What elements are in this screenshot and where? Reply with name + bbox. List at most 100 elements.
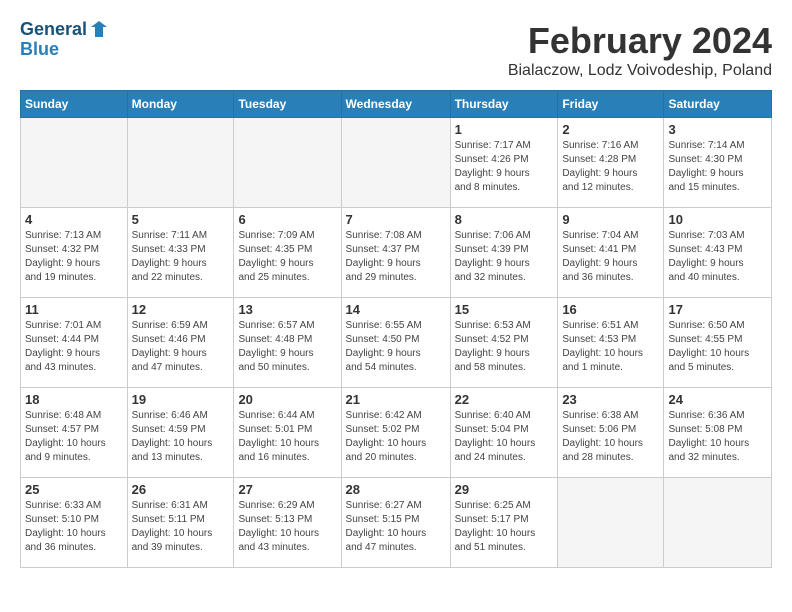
calendar-header-row: Sunday Monday Tuesday Wednesday Thursday… [21,91,772,118]
calendar-week-row: 18 Sunrise: 6:48 AMSunset: 4:57 PMDayligh… [21,388,772,478]
day-number: 8 [455,212,554,227]
day-number: 15 [455,302,554,317]
day-number: 7 [346,212,446,227]
table-row [127,118,234,208]
day-info: Sunrise: 6:51 AMSunset: 4:53 PMDaylight:… [562,319,659,375]
col-wednesday: Wednesday [341,91,450,118]
day-number: 1 [455,122,554,137]
day-number: 19 [132,392,230,407]
table-row: 20 Sunrise: 6:44 AMSunset: 5:01 PMDayligh… [234,388,341,478]
day-info: Sunrise: 6:31 AMSunset: 5:11 PMDaylight:… [132,499,230,555]
day-info: Sunrise: 6:55 AMSunset: 4:50 PMDaylight:… [346,319,446,375]
table-row: 16Sunrise: 6:51 AMSunset: 4:53 PMDayligh… [558,298,664,388]
day-info: Sunrise: 6:59 AMSunset: 4:46 PMDaylight:… [132,319,230,375]
logo-blue: Blue [20,40,109,60]
day-number: 26 [132,482,230,497]
day-info: Sunrise: 6:48 AMSunset: 4:57 PMDaylight:… [25,409,123,465]
day-number: 4 [25,212,123,227]
table-row: 7 Sunrise: 7:08 AMSunset: 4:37 PMDaylight… [341,208,450,298]
day-info: Sunrise: 6:38 AMSunset: 5:06 PMDaylight:… [562,409,659,465]
table-row: 19 Sunrise: 6:46 AMSunset: 4:59 PMDayligh… [127,388,234,478]
col-saturday: Saturday [664,91,772,118]
table-row: 23 Sunrise: 6:38 AMSunset: 5:06 PMDayligh… [558,388,664,478]
day-number: 9 [562,212,659,227]
day-info: Sunrise: 6:33 AMSunset: 5:10 PMDaylight:… [25,499,123,555]
table-row [558,478,664,568]
table-row: 22 Sunrise: 6:40 AMSunset: 5:04 PMDayligh… [450,388,558,478]
table-row: 2 Sunrise: 7:16 AMSunset: 4:28 PMDaylight… [558,118,664,208]
day-info: Sunrise: 6:46 AMSunset: 4:59 PMDaylight:… [132,409,230,465]
table-row [664,478,772,568]
logo-flag-icon [89,19,109,39]
table-row: 17Sunrise: 6:50 AMSunset: 4:55 PMDayligh… [664,298,772,388]
day-number: 23 [562,392,659,407]
day-info: Sunrise: 6:29 AMSunset: 5:13 PMDaylight:… [238,499,336,555]
day-info: Sunrise: 7:03 AMSunset: 4:43 PMDaylight:… [668,229,767,285]
day-number: 27 [238,482,336,497]
table-row: 1 Sunrise: 7:17 AMSunset: 4:26 PMDaylight… [450,118,558,208]
title-section: February 2024 Bialaczow, Lodz Voivodeshi… [508,20,772,80]
table-row: 21Sunrise: 6:42 AMSunset: 5:02 PMDayligh… [341,388,450,478]
table-row: 25 Sunrise: 6:33 AMSunset: 5:10 PMDayligh… [21,478,128,568]
day-info: Sunrise: 6:36 AMSunset: 5:08 PMDaylight:… [668,409,767,465]
calendar-week-row: 4 Sunrise: 7:13 AMSunset: 4:32 PMDaylight… [21,208,772,298]
table-row: 27 Sunrise: 6:29 AMSunset: 5:13 PMDayligh… [234,478,341,568]
col-sunday: Sunday [21,91,128,118]
day-number: 25 [25,482,123,497]
table-row [21,118,128,208]
table-row: 29 Sunrise: 6:25 AMSunset: 5:17 PMDayligh… [450,478,558,568]
day-info: Sunrise: 6:25 AMSunset: 5:17 PMDaylight:… [455,499,554,555]
day-number: 28 [346,482,446,497]
logo-general: General [20,20,87,40]
day-number: 22 [455,392,554,407]
calendar-week-row: 11 Sunrise: 7:01 AMSunset: 4:44 PMDayligh… [21,298,772,388]
day-info: Sunrise: 7:13 AMSunset: 4:32 PMDaylight:… [25,229,123,285]
table-row: 4 Sunrise: 7:13 AMSunset: 4:32 PMDaylight… [21,208,128,298]
table-row: 28 Sunrise: 6:27 AMSunset: 5:15 PMDayligh… [341,478,450,568]
day-info: Sunrise: 7:01 AMSunset: 4:44 PMDaylight:… [25,319,123,375]
day-info: Sunrise: 6:44 AMSunset: 5:01 PMDaylight:… [238,409,336,465]
day-info: Sunrise: 7:04 AMSunset: 4:41 PMDaylight:… [562,229,659,285]
table-row: 12 Sunrise: 6:59 AMSunset: 4:46 PMDayligh… [127,298,234,388]
page-subtitle: Bialaczow, Lodz Voivodeship, Poland [508,62,772,80]
day-number: 2 [562,122,659,137]
day-info: Sunrise: 7:16 AMSunset: 4:28 PMDaylight:… [562,139,659,195]
day-number: 29 [455,482,554,497]
day-info: Sunrise: 6:50 AMSunset: 4:55 PMDaylight:… [668,319,767,375]
table-row: 9 Sunrise: 7:04 AMSunset: 4:41 PMDaylight… [558,208,664,298]
calendar-week-row: 25 Sunrise: 6:33 AMSunset: 5:10 PMDayligh… [21,478,772,568]
day-info: Sunrise: 6:53 AMSunset: 4:52 PMDaylight:… [455,319,554,375]
day-number: 11 [25,302,123,317]
table-row: 18 Sunrise: 6:48 AMSunset: 4:57 PMDayligh… [21,388,128,478]
day-number: 10 [668,212,767,227]
table-row: 10 Sunrise: 7:03 AMSunset: 4:43 PMDayligh… [664,208,772,298]
day-info: Sunrise: 6:57 AMSunset: 4:48 PMDaylight:… [238,319,336,375]
logo: General Blue [20,20,109,60]
day-number: 20 [238,392,336,407]
col-thursday: Thursday [450,91,558,118]
day-number: 6 [238,212,336,227]
day-number: 18 [25,392,123,407]
day-info: Sunrise: 7:09 AMSunset: 4:35 PMDaylight:… [238,229,336,285]
page-title: February 2024 [508,20,772,62]
table-row: 14Sunrise: 6:55 AMSunset: 4:50 PMDayligh… [341,298,450,388]
day-info: Sunrise: 7:14 AMSunset: 4:30 PMDaylight:… [668,139,767,195]
day-info: Sunrise: 7:06 AMSunset: 4:39 PMDaylight:… [455,229,554,285]
col-friday: Friday [558,91,664,118]
page-wrapper: General Blue February 2024 Bialaczow, Lo… [20,20,772,568]
day-info: Sunrise: 7:17 AMSunset: 4:26 PMDaylight:… [455,139,554,195]
table-row: 26 Sunrise: 6:31 AMSunset: 5:11 PMDayligh… [127,478,234,568]
table-row: 13Sunrise: 6:57 AMSunset: 4:48 PMDayligh… [234,298,341,388]
table-row: 3 Sunrise: 7:14 AMSunset: 4:30 PMDaylight… [664,118,772,208]
calendar-week-row: 1 Sunrise: 7:17 AMSunset: 4:26 PMDaylight… [21,118,772,208]
day-number: 3 [668,122,767,137]
day-number: 5 [132,212,230,227]
day-number: 12 [132,302,230,317]
day-info: Sunrise: 7:08 AMSunset: 4:37 PMDaylight:… [346,229,446,285]
day-number: 24 [668,392,767,407]
day-info: Sunrise: 6:40 AMSunset: 5:04 PMDaylight:… [455,409,554,465]
day-info: Sunrise: 6:27 AMSunset: 5:15 PMDaylight:… [346,499,446,555]
table-row: 15 Sunrise: 6:53 AMSunset: 4:52 PMDayligh… [450,298,558,388]
table-row: 11 Sunrise: 7:01 AMSunset: 4:44 PMDayligh… [21,298,128,388]
day-number: 21 [346,392,446,407]
